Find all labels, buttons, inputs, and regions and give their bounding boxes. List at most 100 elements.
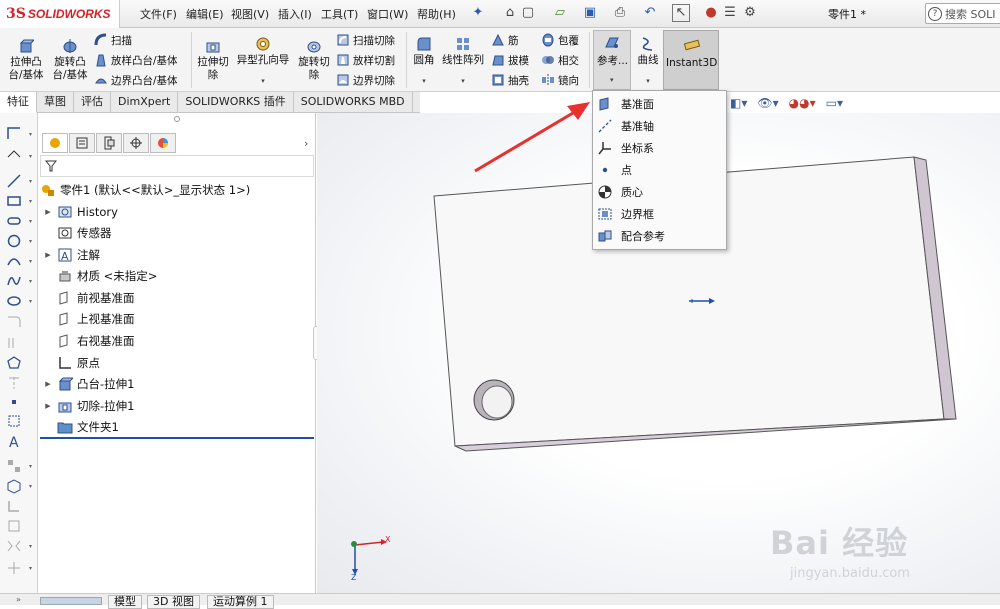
fillet-button[interactable]: 圆角 ▾ <box>410 36 438 88</box>
rect-dropdown-arrow[interactable]: ▾ <box>29 198 32 205</box>
rollback-bar[interactable] <box>40 437 314 439</box>
centerline-icon[interactable] <box>6 375 22 391</box>
intersect-button[interactable]: 相交 <box>541 51 579 69</box>
tree-item-right-plane[interactable]: 右视基准面 <box>57 331 135 351</box>
line-dropdown-arrow[interactable]: ▾ <box>29 178 32 185</box>
pattern-dropdown-arrow[interactable]: ▾ <box>29 463 32 470</box>
print-icon[interactable]: ⎙ <box>612 5 628 21</box>
dimxpert-manager-tab[interactable] <box>123 133 149 153</box>
menu-edit[interactable]: 编辑(E) <box>186 6 224 22</box>
mirror-button[interactable]: 镜向 <box>541 71 579 89</box>
tab-3d-views[interactable]: 3D 视图 <box>147 595 200 609</box>
dimension-dropdown-arrow[interactable]: ▾ <box>29 153 32 160</box>
app-logo[interactable]: 3S SOLIDWORKS <box>0 0 120 28</box>
menu-file[interactable]: 文件(F) <box>140 6 177 22</box>
linear-pattern-button[interactable]: 线性阵列 ▾ <box>440 36 486 88</box>
pattern-sketch-icon[interactable] <box>6 458 22 474</box>
wrap-button[interactable]: 包覆 <box>541 31 579 49</box>
tab-sketch[interactable]: 草图 <box>37 92 74 113</box>
hole-wizard-button[interactable]: 异型孔向导 ▾ <box>234 36 292 88</box>
file-properties-icon[interactable]: ☰ <box>722 5 738 21</box>
search-box[interactable]: ? 搜索 SOLI <box>925 3 1000 24</box>
rebuild-icon[interactable]: ● <box>703 5 719 21</box>
panel-scroll-right-icon[interactable]: › <box>304 137 308 150</box>
tab-solidworks-addins[interactable]: SOLIDWORKS 插件 <box>178 92 294 113</box>
panel-grip-icon[interactable] <box>174 116 180 122</box>
expand-arrow-icon[interactable]: ▶ <box>43 402 53 410</box>
display-manager-tab[interactable] <box>150 133 176 153</box>
draft-button[interactable]: 拔模 <box>491 51 529 69</box>
reference-geometry-button[interactable]: 参考... ▾ <box>593 30 631 90</box>
select-icon[interactable]: ↖ <box>672 4 690 22</box>
hole-wizard-dropdown-arrow[interactable]: ▾ <box>234 75 292 88</box>
circle-icon[interactable] <box>6 233 22 249</box>
trim-icon[interactable] <box>6 518 22 534</box>
fillet-dropdown-arrow[interactable]: ▾ <box>410 75 438 88</box>
ellipse-dropdown-arrow[interactable]: ▾ <box>29 298 32 305</box>
boundary-cut-button[interactable]: 边界切除 <box>336 71 395 89</box>
point-icon[interactable] <box>6 393 22 409</box>
new-document-icon[interactable]: ▢ <box>520 5 536 21</box>
ellipse-icon[interactable] <box>6 293 22 309</box>
configuration-manager-tab[interactable] <box>96 133 122 153</box>
undo-icon[interactable]: ↶ <box>642 5 658 21</box>
tree-item-boss-extrude1[interactable]: ▶ 凸台-拉伸1 <box>43 374 134 394</box>
bottom-scroll-thumb[interactable] <box>40 597 102 605</box>
menu-item-point[interactable]: 点 <box>597 159 723 180</box>
menu-item-coordinate-system[interactable]: 坐标系 <box>597 137 723 158</box>
menu-item-center-of-mass[interactable]: 质心 <box>597 181 723 202</box>
convert-entities-icon[interactable] <box>6 498 22 514</box>
menu-insert[interactable]: 插入(I) <box>278 6 312 22</box>
curves-button[interactable]: 曲线 ▾ <box>634 36 662 88</box>
arc-icon[interactable] <box>6 253 22 269</box>
rib-button[interactable]: 筋 <box>491 31 519 49</box>
menu-tools[interactable]: 工具(T) <box>321 6 358 22</box>
tab-solidworks-mbd[interactable]: SOLIDWORKS MBD <box>294 92 413 113</box>
extrude-cut-button[interactable]: 拉伸切 除 <box>195 38 231 82</box>
revolve-cut-button[interactable]: 旋转切 除 <box>295 38 333 82</box>
spline-icon[interactable] <box>6 273 22 289</box>
menu-item-axis[interactable]: 基准轴 <box>597 115 723 136</box>
extrude-boss-button[interactable]: 拉伸凸 台/基体 <box>6 38 46 82</box>
move-entities-icon[interactable] <box>6 560 22 576</box>
home-icon[interactable]: ⌂ <box>502 5 518 21</box>
swept-cut-button[interactable]: 扫描切除 <box>336 31 395 49</box>
tab-dimxpert[interactable]: DimXpert <box>111 92 179 113</box>
loft-boss-button[interactable]: 放样凸台/基体 <box>94 51 178 69</box>
menu-view[interactable]: 视图(V) <box>231 6 269 22</box>
rectangle-dropdown-arrow[interactable]: ▾ <box>29 131 32 138</box>
lofted-cut-button[interactable]: 放样切割 <box>336 51 395 69</box>
expand-arrow-icon[interactable]: ▶ <box>43 380 53 388</box>
fillet-sketch-icon[interactable] <box>6 313 22 329</box>
block-dropdown-arrow[interactable]: ▾ <box>29 483 32 490</box>
expand-arrow-icon[interactable]: ▶ <box>43 208 53 216</box>
instant3d-button[interactable]: Instant3D <box>663 30 719 90</box>
circle-dropdown-arrow[interactable]: ▾ <box>29 238 32 245</box>
text-icon[interactable]: A <box>6 433 22 451</box>
tree-filter-row[interactable] <box>40 155 314 177</box>
property-manager-tab[interactable] <box>69 133 95 153</box>
polygon-icon[interactable] <box>6 355 22 371</box>
menu-window[interactable]: 窗口(W) <box>367 6 408 22</box>
mirror-dropdown-arrow[interactable]: ▾ <box>29 543 32 550</box>
hide-show-icon[interactable]: 👁▾ <box>757 96 778 110</box>
tree-item-top-plane[interactable]: 上视基准面 <box>57 309 135 329</box>
tab-evaluate[interactable]: 评估 <box>74 92 111 113</box>
tree-root-part[interactable]: 零件1 (默认<<默认>_显示状态 1>) <box>40 180 250 200</box>
block-icon[interactable] <box>6 478 22 494</box>
linear-pattern-dropdown-arrow[interactable]: ▾ <box>440 75 486 88</box>
line-icon[interactable] <box>6 173 22 189</box>
bottom-scroll-icon[interactable]: » <box>16 595 21 604</box>
appearance-icon[interactable]: ◕◕▾ <box>789 96 816 110</box>
menu-item-bounding-box[interactable]: 边界框 <box>597 203 723 224</box>
boundary-boss-button[interactable]: 边界凸台/基体 <box>94 71 178 89</box>
smart-dimension-icon[interactable] <box>6 147 22 163</box>
revolve-boss-button[interactable]: 旋转凸 台/基体 <box>50 38 90 82</box>
menu-item-mate-reference[interactable]: 配合参考 <box>597 225 723 246</box>
expand-arrow-icon[interactable]: ▶ <box>43 251 53 259</box>
rectangle-icon[interactable] <box>6 193 22 209</box>
menu-help[interactable]: 帮助(H) <box>417 6 456 22</box>
feature-tree-tab[interactable] <box>42 133 68 153</box>
offset-icon[interactable] <box>6 335 22 351</box>
open-icon[interactable]: ▱ <box>552 5 568 21</box>
